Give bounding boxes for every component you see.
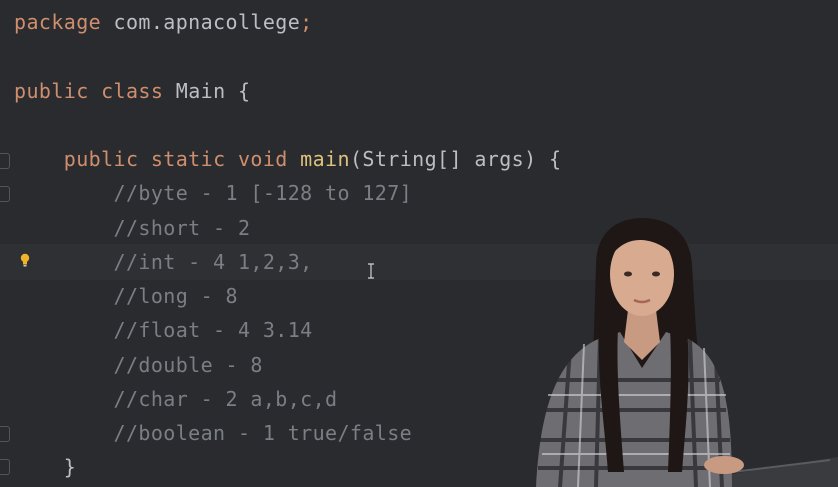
code-line-closing-brace[interactable]: } <box>14 450 76 484</box>
code-line-class[interactable]: public class Main { <box>14 74 250 108</box>
code-line-comment-float[interactable]: //float - 4 3.14 <box>14 313 313 347</box>
code-token: public <box>14 79 102 103</box>
fold-marker-icon[interactable] <box>0 426 10 442</box>
fold-marker-icon[interactable] <box>0 153 10 169</box>
text-cursor-icon <box>368 263 374 279</box>
code-token: main <box>300 147 350 171</box>
code-line-comment-long[interactable]: //long - 8 <box>14 279 238 313</box>
code-token: static <box>150 147 238 171</box>
code-line-comment-byte[interactable]: //byte - 1 [-128 to 127] <box>14 176 412 210</box>
code-token: ; <box>300 10 313 34</box>
code-token: //int - 4 1,2,3, <box>14 250 313 274</box>
code-token: } <box>14 455 77 479</box>
code-token: com.apnacollege <box>113 10 301 34</box>
code-line-comment-int[interactable]: //int - 4 1,2,3, <box>14 245 313 279</box>
code-token: //double - 8 <box>14 353 263 377</box>
code-line-comment-double[interactable]: //double - 8 <box>14 348 263 382</box>
code-token: public <box>14 147 151 171</box>
code-token: //long - 8 <box>14 284 238 308</box>
lightbulb-icon[interactable] <box>20 253 30 267</box>
code-token: Main { <box>175 79 251 103</box>
code-token: //char - 2 a,b,c,d <box>14 387 338 411</box>
code-token: //byte - 1 [-128 to 127] <box>14 181 413 205</box>
code-token: //float - 4 3.14 <box>14 318 313 342</box>
code-token: void <box>237 147 301 171</box>
presenter-webcam-overlay <box>536 218 838 487</box>
code-line-comment-boolean[interactable]: //boolean - 1 true/false <box>14 416 412 450</box>
code-line-comment-short[interactable]: //short - 2 <box>14 211 250 245</box>
code-line-comment-char[interactable]: //char - 2 a,b,c,d <box>14 382 338 416</box>
code-token: (String[] args) { <box>349 147 562 171</box>
fold-marker-icon[interactable] <box>0 459 10 475</box>
code-token: package <box>14 10 114 34</box>
fold-marker-icon[interactable] <box>0 186 10 202</box>
code-token: //boolean - 1 true/false <box>14 421 413 445</box>
code-token: class <box>101 79 176 103</box>
code-line-main-method[interactable]: public static void main(String[] args) { <box>14 142 561 176</box>
code-token: //short - 2 <box>14 216 251 240</box>
code-line-package[interactable]: package com.apnacollege; <box>14 5 313 39</box>
